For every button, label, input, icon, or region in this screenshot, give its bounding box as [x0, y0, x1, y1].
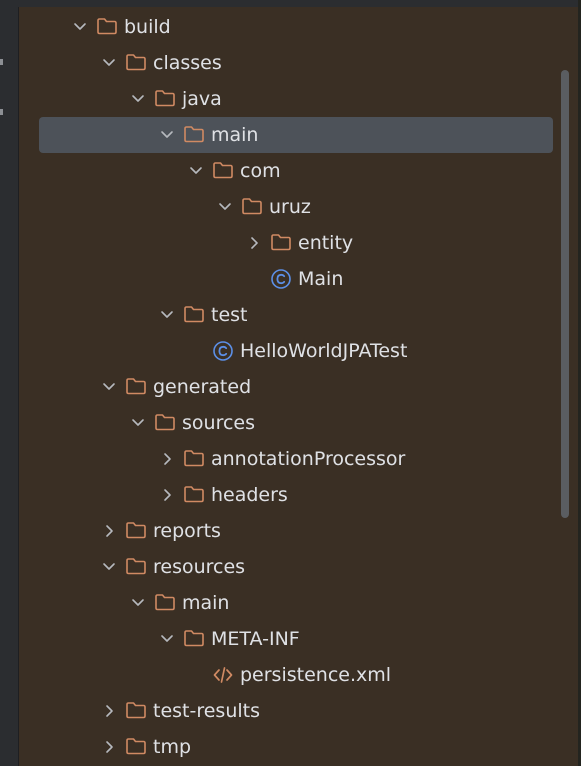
chevron-right-icon[interactable]	[157, 449, 177, 469]
folder-icon	[125, 52, 147, 72]
tree-item-label: classes	[153, 52, 222, 74]
tree-row-meta-inf[interactable]: META-INF	[18, 621, 553, 657]
tree-row-java[interactable]: java	[18, 81, 553, 117]
xml-file-icon	[212, 664, 234, 686]
tree-row-tmp[interactable]: tmp	[18, 729, 553, 765]
tree-item-label: build	[124, 16, 171, 38]
tree-item-label: tmp	[153, 736, 192, 758]
project-tree[interactable]: build classes java main com uruz entity Main tes…	[18, 7, 578, 766]
tree-row-build[interactable]: build	[18, 9, 553, 45]
folder-icon	[154, 592, 176, 612]
tree-item-label: resources	[153, 556, 246, 578]
folder-icon	[154, 88, 176, 108]
tree-item-label: com	[240, 160, 281, 182]
tree-item-label: test	[211, 304, 248, 326]
tree-item-label: uruz	[269, 196, 311, 218]
tree-row-classes[interactable]: classes	[18, 45, 553, 81]
tree-row-helloworldjpatest[interactable]: HelloWorldJPATest	[18, 333, 553, 369]
chevron-down-icon[interactable]	[157, 305, 177, 325]
tree-item-label: persistence.xml	[240, 664, 392, 686]
vertical-scrollbar[interactable]	[561, 70, 569, 518]
tree-item-label: sources	[182, 412, 255, 434]
chevron-right-icon[interactable]	[99, 701, 119, 721]
folder-icon	[270, 232, 292, 252]
chevron-down-icon[interactable]	[186, 161, 206, 181]
chevron-down-icon[interactable]	[128, 413, 148, 433]
tree-row-resources[interactable]: resources	[18, 549, 553, 585]
chevron-right-icon[interactable]	[244, 233, 264, 253]
tree-row-com[interactable]: com	[18, 153, 553, 189]
folder-icon	[212, 160, 234, 180]
folder-icon	[183, 124, 205, 144]
chevron-down-icon[interactable]	[157, 125, 177, 145]
strip-tick	[0, 109, 3, 115]
left-tool-strip	[0, 7, 19, 766]
folder-icon	[96, 16, 118, 36]
top-panel-border	[0, 0, 581, 7]
tree-item-label: test-results	[153, 700, 260, 722]
tree-item-label: java	[182, 88, 222, 110]
tree-row-main[interactable]: Main	[18, 261, 553, 297]
chevron-down-icon[interactable]	[99, 557, 119, 577]
tree-item-label: entity	[298, 232, 354, 254]
tree-row-test[interactable]: test	[18, 297, 553, 333]
folder-icon	[183, 628, 205, 648]
tree-item-label: generated	[153, 376, 252, 398]
tree-row-annotationprocessor[interactable]: annotationProcessor	[18, 441, 553, 477]
tree-row-main[interactable]: main	[39, 117, 553, 153]
chevron-right-icon[interactable]	[99, 521, 119, 541]
chevron-down-icon[interactable]	[128, 593, 148, 613]
folder-icon	[125, 520, 147, 540]
chevron-down-icon[interactable]	[157, 629, 177, 649]
chevron-down-icon[interactable]	[70, 17, 90, 37]
tree-row-uruz[interactable]: uruz	[18, 189, 553, 225]
folder-icon	[183, 484, 205, 504]
chevron-down-icon[interactable]	[99, 377, 119, 397]
chevron-down-icon[interactable]	[128, 89, 148, 109]
tree-item-label: main	[211, 124, 259, 146]
tree-item-label: reports	[153, 520, 221, 542]
tree-row-generated[interactable]: generated	[18, 369, 553, 405]
folder-icon	[183, 304, 205, 324]
chevron-right-icon[interactable]	[99, 737, 119, 757]
folder-icon	[154, 412, 176, 432]
chevron-down-icon[interactable]	[99, 53, 119, 73]
tree-row-main[interactable]: main	[18, 585, 553, 621]
java-class-icon	[212, 340, 234, 362]
tree-row-persistence-xml[interactable]: persistence.xml	[18, 657, 553, 693]
chevron-right-icon[interactable]	[157, 485, 177, 505]
folder-icon	[125, 736, 147, 756]
tree-item-label: META-INF	[211, 628, 300, 650]
folder-icon	[241, 196, 263, 216]
tree-item-label: Main	[298, 268, 344, 290]
java-class-icon	[270, 268, 292, 290]
tree-row-reports[interactable]: reports	[18, 513, 553, 549]
strip-tick	[0, 59, 3, 65]
chevron-down-icon[interactable]	[215, 197, 235, 217]
tree-item-label: annotationProcessor	[211, 448, 406, 470]
tree-item-label: main	[182, 592, 230, 614]
folder-icon	[125, 700, 147, 720]
folder-icon	[125, 556, 147, 576]
folder-icon	[183, 448, 205, 468]
tree-row-sources[interactable]: sources	[18, 405, 553, 441]
tree-item-label: headers	[211, 484, 288, 506]
tree-row-headers[interactable]: headers	[18, 477, 553, 513]
folder-icon	[125, 376, 147, 396]
tree-item-label: HelloWorldJPATest	[240, 340, 408, 362]
tree-row-entity[interactable]: entity	[18, 225, 553, 261]
tree-row-test-results[interactable]: test-results	[18, 693, 553, 729]
